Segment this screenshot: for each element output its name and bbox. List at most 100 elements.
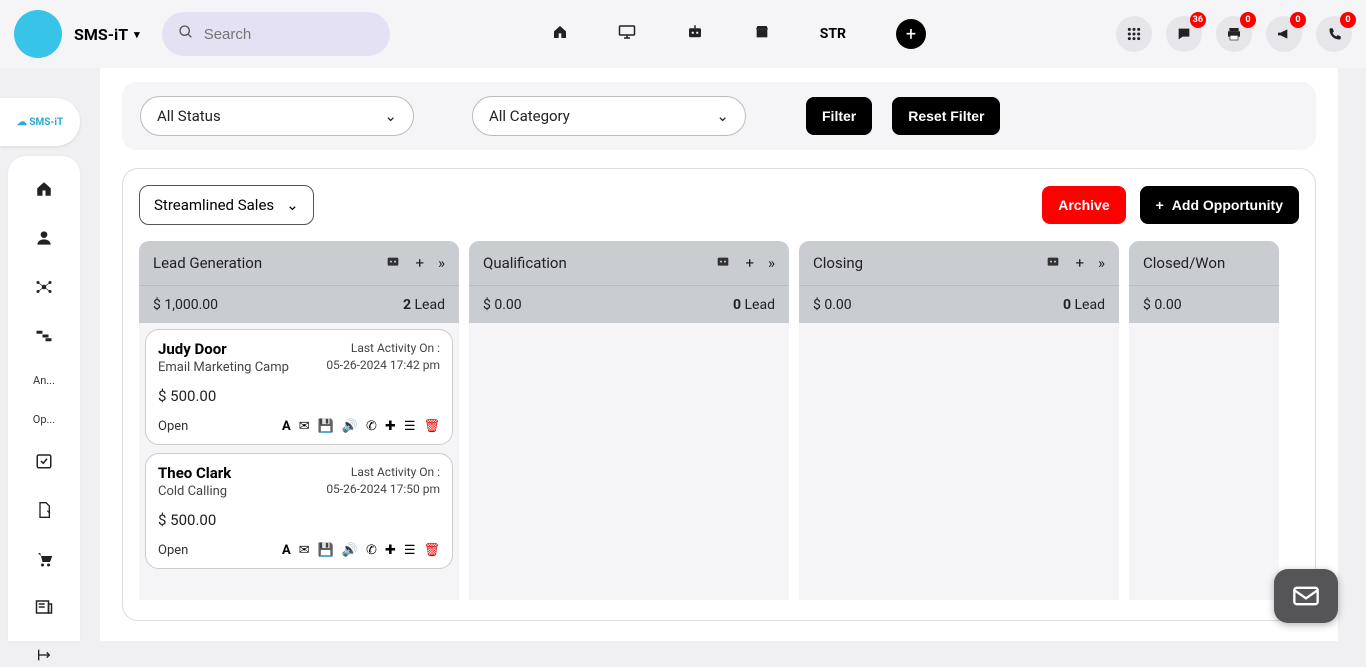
last-activity-value: 05-26-2024 17:50 pm xyxy=(326,481,440,498)
column-header: Lead Generation + » xyxy=(139,241,459,285)
print-icon[interactable]: 0 xyxy=(1216,16,1252,52)
column-body xyxy=(469,323,789,600)
search-wrap[interactable] xyxy=(162,12,390,56)
chevron-down-icon: ⌄ xyxy=(716,107,729,125)
column-header: Closed/Won xyxy=(1129,241,1279,285)
brand-dropdown[interactable]: SMS-iT ▾ xyxy=(74,25,140,44)
home-icon[interactable] xyxy=(552,24,568,44)
column-amount: $ 0.00 xyxy=(813,297,852,313)
chevron-down-icon: ▾ xyxy=(134,28,140,41)
news-icon xyxy=(35,599,53,620)
column-summary: $ 1,000.00 2 Lead xyxy=(139,285,459,323)
chat-fab[interactable] xyxy=(1274,569,1338,623)
status-select[interactable]: All Status ⌄ xyxy=(140,96,414,136)
logo-tab[interactable]: ☁ SMS-iT xyxy=(0,98,80,146)
phone-icon[interactable]: ✆ xyxy=(366,543,377,558)
opportunity-card[interactable]: Theo Clark Cold Calling Last Activity On… xyxy=(145,453,453,569)
pipeline-select[interactable]: Streamlined Sales ⌄ xyxy=(139,185,314,225)
column-summary: $ 0.00 xyxy=(1129,285,1279,323)
robot-icon[interactable] xyxy=(385,254,401,272)
chat-icon[interactable]: 36 xyxy=(1166,16,1202,52)
list-icon[interactable]: ☰ xyxy=(404,419,416,434)
robot-icon[interactable] xyxy=(686,24,704,44)
sidebar-item-calendar[interactable] xyxy=(8,452,80,475)
robot-icon[interactable] xyxy=(1045,254,1061,272)
sidebar-item-document[interactable] xyxy=(8,501,80,524)
plus-square-icon[interactable]: ✚ xyxy=(385,419,396,434)
sidebar-item-home[interactable] xyxy=(8,180,80,203)
save-icon[interactable]: 💾 xyxy=(318,419,334,434)
double-chevron-icon[interactable]: » xyxy=(1098,254,1105,272)
category-select[interactable]: All Category ⌄ xyxy=(472,96,746,136)
font-icon[interactable]: A xyxy=(282,543,291,558)
save-icon[interactable]: 💾 xyxy=(318,543,334,558)
last-activity-label: Last Activity On : xyxy=(326,464,440,481)
robot-icon[interactable] xyxy=(715,254,731,272)
megaphone-badge: 0 xyxy=(1290,12,1306,28)
sidebar-item-network[interactable] xyxy=(8,278,80,301)
column-header: Closing + » xyxy=(799,241,1119,285)
search-input[interactable] xyxy=(204,26,374,43)
double-chevron-icon[interactable]: » xyxy=(768,254,775,272)
sidebar-item-cart[interactable] xyxy=(8,550,80,573)
add-button[interactable]: + xyxy=(896,19,926,49)
column-body xyxy=(1129,323,1279,600)
avatar[interactable] xyxy=(14,10,62,58)
sidebar-item-funnel[interactable] xyxy=(8,327,80,348)
pipeline-label: Streamlined Sales xyxy=(154,196,274,214)
column-summary: $ 0.00 0 Lead xyxy=(469,285,789,323)
reset-filter-button[interactable]: Reset Filter xyxy=(892,97,1000,135)
column-amount: $ 1,000.00 xyxy=(153,297,218,313)
board-toolbar: Streamlined Sales ⌄ Archive + Add Opport… xyxy=(139,185,1299,225)
sidebar-item-opportunities[interactable]: Op... xyxy=(8,413,80,426)
chevron-down-icon: ⌄ xyxy=(286,196,299,214)
filter-button[interactable]: Filter xyxy=(806,97,872,135)
plus-icon[interactable]: + xyxy=(1075,254,1084,272)
column-body xyxy=(799,323,1119,600)
sidebar-item-logout[interactable] xyxy=(8,646,80,667)
megaphone-icon[interactable]: 0 xyxy=(1266,16,1302,52)
plus-icon[interactable]: + xyxy=(745,254,754,272)
sidebar-item-news[interactable] xyxy=(8,599,80,620)
card-icons: A ✉ 💾 🔊 ✆ ✚ ☰ 🗑 xyxy=(282,419,440,434)
phone-icon[interactable]: 0 xyxy=(1316,16,1352,52)
logo-tab-text: SMS-iT xyxy=(29,117,63,128)
header-right-icons: 36 0 0 0 xyxy=(1116,16,1352,52)
lead-name: Judy Door xyxy=(158,340,289,358)
apps-grid-icon[interactable] xyxy=(1116,16,1152,52)
sidebar-label: An... xyxy=(33,374,55,387)
sidebar-item-analytics[interactable]: An... xyxy=(8,374,80,387)
column-amount: $ 0.00 xyxy=(1143,297,1182,313)
chat-badge: 36 xyxy=(1190,12,1206,28)
phone-icon[interactable]: ✆ xyxy=(366,419,377,434)
plus-icon[interactable]: + xyxy=(415,254,424,272)
desktop-icon[interactable] xyxy=(618,24,636,44)
envelope-icon[interactable]: ✉ xyxy=(299,543,310,558)
user-icon xyxy=(36,229,52,252)
column-unit: Lead xyxy=(745,297,775,313)
sound-icon[interactable]: 🔊 xyxy=(342,543,358,558)
archive-button[interactable]: Archive xyxy=(1042,186,1125,224)
opportunity-card[interactable]: Judy Door Email Marketing Camp Last Acti… xyxy=(145,329,453,445)
add-opp-label: Add Opportunity xyxy=(1172,197,1283,213)
calendar-icon xyxy=(35,452,53,475)
trash-icon[interactable]: 🗑 xyxy=(423,419,440,434)
search-icon xyxy=(178,24,194,44)
main-area: All Status ⌄ All Category ⌄ Filter Reset… xyxy=(100,68,1338,641)
font-icon[interactable]: A xyxy=(282,419,291,434)
double-chevron-icon[interactable]: » xyxy=(438,254,445,272)
sound-icon[interactable]: 🔊 xyxy=(342,419,358,434)
plus-square-icon[interactable]: ✚ xyxy=(385,543,396,558)
logout-icon xyxy=(36,646,52,667)
column-count: 2 xyxy=(403,297,411,313)
store-icon[interactable] xyxy=(754,24,770,44)
envelope-icon[interactable]: ✉ xyxy=(299,419,310,434)
chevron-down-icon: ⌄ xyxy=(384,107,397,125)
str-link[interactable]: STR xyxy=(820,26,846,42)
last-activity-label: Last Activity On : xyxy=(326,340,440,357)
list-icon[interactable]: ☰ xyxy=(404,543,416,558)
trash-icon[interactable]: 🗑 xyxy=(423,543,440,558)
sidebar-label: Op... xyxy=(33,413,55,426)
sidebar-item-user[interactable] xyxy=(8,229,80,252)
add-opportunity-button[interactable]: + Add Opportunity xyxy=(1140,186,1299,224)
